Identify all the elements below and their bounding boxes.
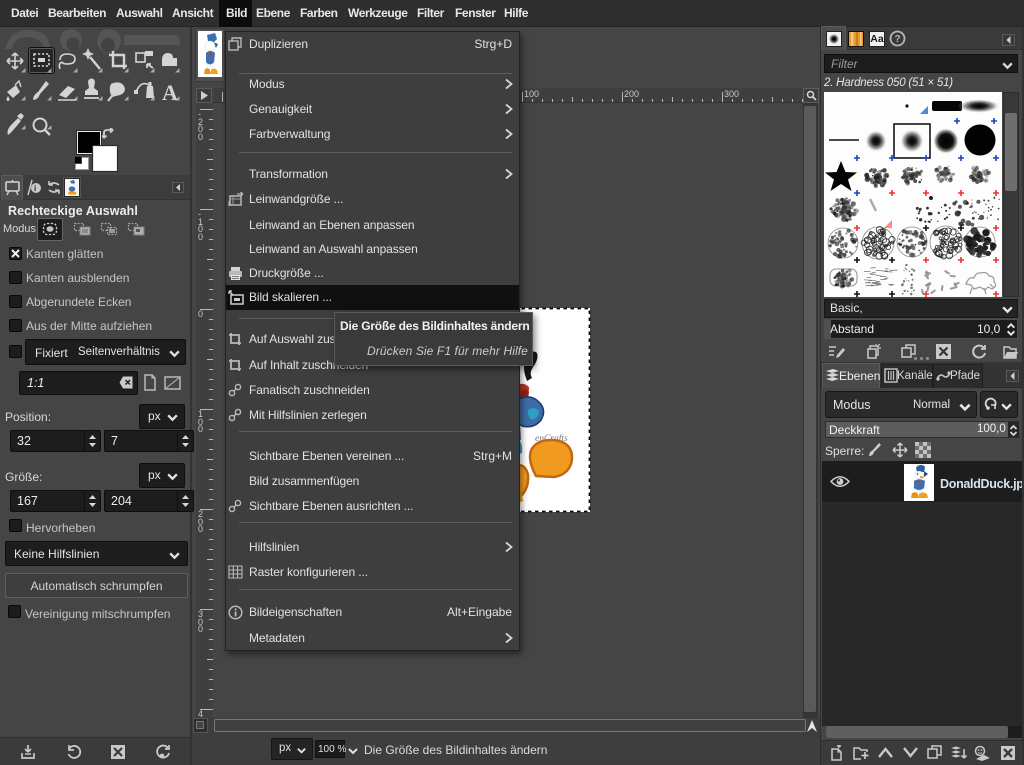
- svg-text:100: 100: [524, 89, 539, 99]
- svg-text:i: i: [34, 184, 36, 193]
- svg-text:300: 300: [724, 89, 739, 99]
- svg-text:A: A: [162, 80, 178, 105]
- svg-text:200: 200: [624, 89, 639, 99]
- svg-text:?: ?: [895, 34, 901, 45]
